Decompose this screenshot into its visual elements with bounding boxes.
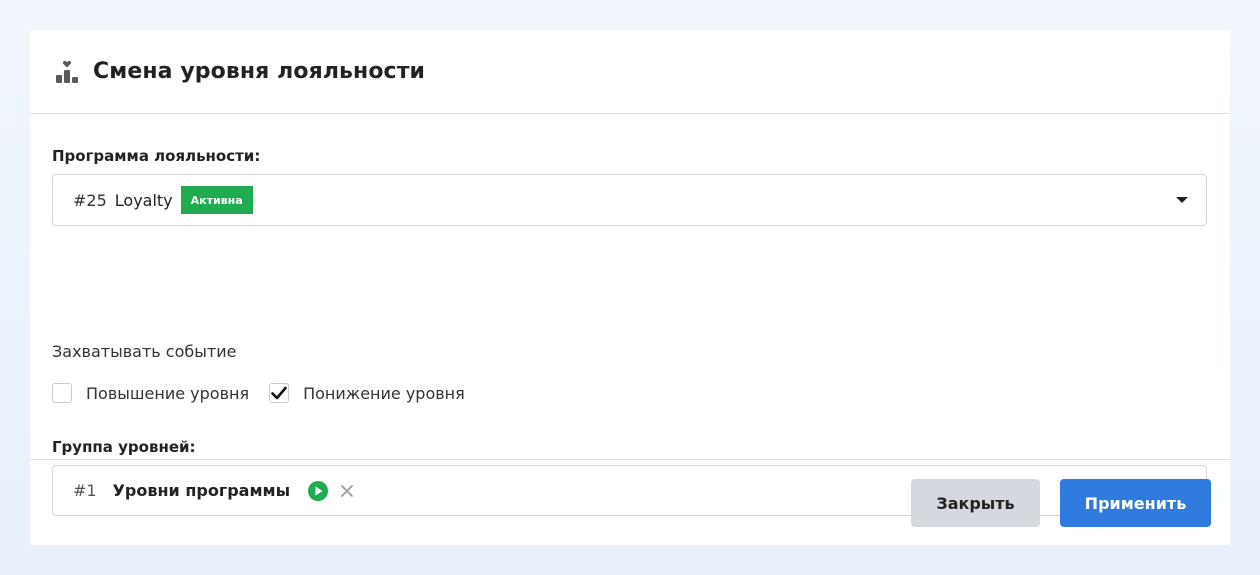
- capture-event-options: Повышение уровня Понижение уровня: [52, 383, 485, 403]
- loyalty-program-select[interactable]: #25 Loyalty Активна: [52, 174, 1207, 226]
- dialog-body: Программа лояльности: #25 Loyalty Активн…: [30, 114, 1230, 516]
- level-up-checkbox[interactable]: Повышение уровня: [52, 383, 249, 403]
- checkbox-unchecked[interactable]: [52, 383, 72, 403]
- level-up-label: Повышение уровня: [86, 383, 250, 403]
- loyalty-program-id: #25: [73, 190, 107, 210]
- level-group-label: Группа уровней:: [52, 438, 196, 456]
- close-button[interactable]: Закрыть: [911, 479, 1040, 527]
- checkbox-checked[interactable]: [269, 383, 290, 403]
- apply-button[interactable]: Применить: [1060, 479, 1211, 527]
- level-down-label: Понижение уровня: [303, 383, 465, 403]
- status-badge: Активна: [180, 186, 253, 214]
- capture-event-label: Захватывать событие: [52, 342, 237, 361]
- loyalty-level-dialog: Смена уровня лояльности Программа лояльн…: [30, 30, 1230, 545]
- level-down-checkbox[interactable]: Понижение уровня: [269, 383, 465, 403]
- dialog-header: Смена уровня лояльности: [30, 30, 1230, 114]
- dialog-footer: Закрыть Применить: [30, 460, 1230, 544]
- loyalty-program-name: Loyalty: [114, 190, 173, 210]
- loyalty-program-label: Программа лояльности:: [52, 147, 261, 165]
- leaderboard-heart-icon: [53, 58, 81, 86]
- chevron-down-icon: [1176, 197, 1188, 203]
- dialog-title: Смена уровня лояльности: [93, 59, 426, 84]
- checkmark-icon: [271, 386, 287, 400]
